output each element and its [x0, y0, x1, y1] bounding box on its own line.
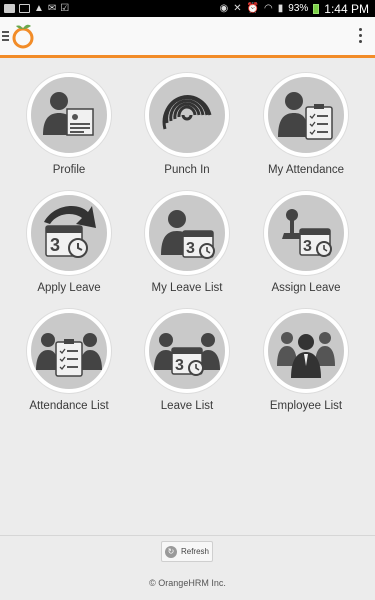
stamp-calendar-icon: 3: [264, 191, 348, 275]
gallery-notification-icon: [4, 4, 15, 13]
calendar-arrow-icon: 3: [27, 191, 111, 275]
alarm-icon: ⏰: [246, 2, 260, 14]
profile-icon: [27, 73, 111, 157]
people-clipboard-icon: [27, 309, 111, 393]
tile-label: My Leave List: [151, 282, 223, 294]
employees-icon: [264, 309, 348, 393]
tile-employee-list[interactable]: Employee List: [251, 309, 361, 412]
tile-apply-leave[interactable]: 3 Apply Leave: [14, 191, 124, 294]
svg-text:3: 3: [175, 357, 184, 374]
signal-icon: ▮: [277, 2, 284, 14]
wifi-icon: ◠: [264, 2, 273, 14]
battery-percent: 93%: [288, 3, 309, 14]
photo-notification-icon: [19, 4, 30, 13]
warning-icon: ▲: [34, 2, 44, 14]
svg-text:3: 3: [303, 238, 312, 255]
overflow-menu-icon[interactable]: [359, 28, 363, 46]
tile-label: Attendance List: [29, 400, 109, 412]
eye-icon: ◉: [219, 2, 229, 14]
orangehrm-logo-icon[interactable]: [10, 23, 36, 54]
tile-label: Leave List: [160, 400, 214, 412]
tile-label: Profile: [52, 164, 86, 176]
status-bar: ▲ ✉ ☑ ◉ ✕ ⏰ ◠ ▮ 93% 1:44 PM: [0, 0, 375, 17]
checkbox-icon: ☑: [60, 2, 70, 14]
clock: 1:44 PM: [324, 1, 369, 16]
svg-text:3: 3: [50, 235, 60, 255]
tile-label: Employee List: [269, 400, 343, 412]
refresh-icon: ↻: [164, 545, 177, 558]
svg-text:3: 3: [186, 240, 195, 257]
mail-icon: ✉: [47, 2, 57, 14]
person-calendar-icon: 3: [145, 191, 229, 275]
fingerprint-icon: [145, 73, 229, 157]
mute-icon: ✕: [233, 2, 242, 14]
tile-my-leave-list[interactable]: 3 My Leave List: [132, 191, 242, 294]
app-bar: [0, 17, 375, 58]
copyright-footer: © OrangeHRM Inc.: [149, 578, 226, 588]
footer-divider: [0, 535, 375, 536]
tile-attendance-list[interactable]: Attendance List: [14, 309, 124, 412]
attendance-clipboard-icon: [264, 73, 348, 157]
tile-punch-in[interactable]: Punch In: [132, 73, 242, 176]
tile-label: Punch In: [164, 164, 210, 176]
people-calendar-icon: 3: [145, 309, 229, 393]
refresh-button[interactable]: ↻ Refresh: [161, 541, 213, 562]
battery-icon: [313, 3, 320, 14]
tile-label: My Attendance: [267, 164, 345, 176]
refresh-label: Refresh: [180, 547, 209, 556]
tile-leave-list[interactable]: 3 Leave List: [132, 309, 242, 412]
tile-assign-leave[interactable]: 3 Assign Leave: [251, 191, 361, 294]
tile-my-attendance[interactable]: My Attendance: [251, 73, 361, 176]
tile-label: Apply Leave: [37, 282, 101, 294]
drawer-menu-icon[interactable]: [2, 31, 9, 43]
tile-profile[interactable]: Profile: [14, 73, 124, 176]
tile-label: Assign Leave: [271, 282, 341, 294]
